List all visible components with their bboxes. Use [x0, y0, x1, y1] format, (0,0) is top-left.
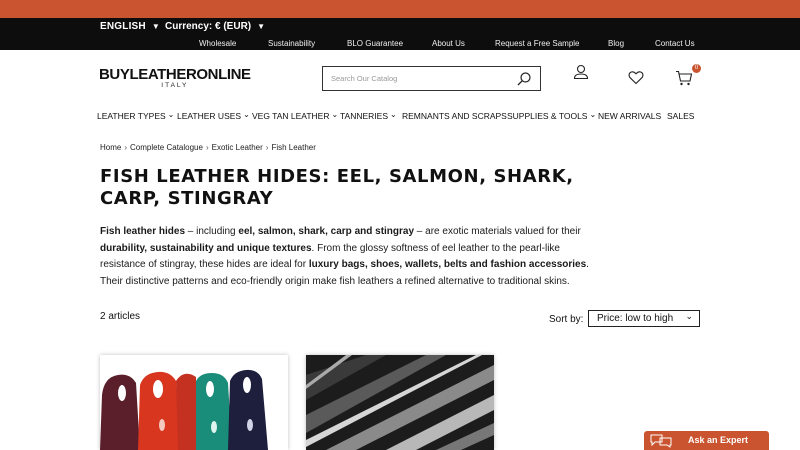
- link-blog[interactable]: Blog: [608, 39, 624, 48]
- promo-strip: [0, 0, 800, 18]
- page-title: FISH LEATHER HIDES: EEL, SALMON, SHARK, …: [100, 166, 574, 209]
- product-image-stingray[interactable]: [100, 355, 288, 450]
- ask-expert-label: Ask an Expert: [688, 435, 749, 445]
- user-icon[interactable]: [573, 64, 589, 80]
- search-icon[interactable]: [516, 71, 532, 87]
- nav-sales[interactable]: SALES: [667, 111, 694, 121]
- nav-new-arrivals[interactable]: NEW ARRIVALS: [598, 111, 661, 121]
- desc-bold-3: durability, sustainability and unique te…: [100, 242, 312, 254]
- desc-bold-1: Fish leather hides: [100, 226, 186, 237]
- search-box: Search Our Catalog: [322, 66, 541, 91]
- nav-leather-types[interactable]: LEATHER TYPES: [97, 111, 174, 121]
- product-card[interactable]: [100, 355, 288, 450]
- link-wholesale[interactable]: Wholesale: [199, 39, 236, 48]
- utility-links: Wholesale Sustainability BLO Guarantee A…: [0, 39, 800, 49]
- link-blo-guarantee[interactable]: BLO Guarantee: [347, 39, 403, 48]
- breadcrumb: Home › Complete Catalogue › Exotic Leather › F…: [100, 143, 316, 152]
- nav-veg-tan-leather[interactable]: VEG TAN LEATHER: [252, 111, 338, 121]
- search-input[interactable]: Search Our Catalog: [331, 74, 397, 83]
- top-bar: ENGLISH ▼ Currency: € (EUR) ▼ Wholesale Su…: [0, 18, 800, 50]
- language-label: ENGLISH: [100, 21, 146, 32]
- desc-bold-4: luxury bags, shoes, wallets, belts and f…: [308, 259, 587, 270]
- product-count: 2 articles: [100, 311, 141, 322]
- product-card[interactable]: [306, 355, 494, 450]
- chevron-down-icon: ▼: [257, 22, 266, 31]
- nav-leather-uses[interactable]: LEATHER USES: [177, 111, 250, 121]
- chevron-down-icon: ⌄: [685, 311, 693, 321]
- breadcrumb-home[interactable]: Home: [100, 143, 121, 152]
- chevron-right-icon: ›: [205, 143, 209, 152]
- cart-count-badge: 0: [692, 64, 701, 73]
- desc-text-1: – including: [185, 226, 239, 237]
- ask-expert-button[interactable]: Ask an Expert: [644, 431, 769, 450]
- main-nav: LEATHER TYPES LEATHER USES VEG TAN LEATH…: [0, 111, 800, 123]
- nav-supplies-tools[interactable]: SUPPLIES & TOOLS: [507, 111, 596, 121]
- language-selector[interactable]: ENGLISH ▼: [100, 21, 160, 32]
- chevron-right-icon: ›: [265, 143, 269, 152]
- product-image-eel[interactable]: [306, 355, 494, 450]
- chat-bubbles-icon: [650, 434, 672, 448]
- link-sustainability[interactable]: Sustainability: [268, 39, 315, 48]
- site-logo[interactable]: BUYLEATHERONLINE ITALY: [99, 66, 251, 89]
- sort-select[interactable]: Price: low to high ⌄: [588, 310, 700, 327]
- currency-label: Currency: € (EUR): [165, 21, 252, 32]
- chevron-down-icon: ▼: [151, 22, 160, 31]
- category-description: Fish leather hides – including eel, salm…: [100, 224, 600, 290]
- nav-remnants-scraps[interactable]: REMNANTS AND SCRAPS: [402, 111, 507, 121]
- heart-icon[interactable]: [628, 70, 644, 85]
- currency-selector[interactable]: Currency: € (EUR) ▼: [165, 21, 265, 32]
- breadcrumb-exotic-leather[interactable]: Exotic Leather: [212, 143, 263, 152]
- sort-label: Sort by:: [549, 314, 584, 325]
- breadcrumb-complete-catalogue[interactable]: Complete Catalogue: [130, 143, 203, 152]
- logo-subtitle: ITALY: [161, 82, 189, 89]
- breadcrumb-fish-leather: Fish Leather: [271, 143, 316, 152]
- cart-icon[interactable]: [675, 70, 693, 86]
- desc-bold-2: eel, salmon, shark, carp and stingray: [238, 226, 415, 237]
- chevron-right-icon: ›: [124, 143, 128, 152]
- desc-text-2: – are exotic materials valued for their: [414, 226, 581, 237]
- link-free-sample[interactable]: Request a Free Sample: [495, 39, 580, 48]
- logo-wordmark: BUYLEATHERONLINE: [99, 66, 251, 83]
- sort-value: Price: low to high: [597, 313, 674, 324]
- nav-tanneries[interactable]: TANNERIES: [340, 111, 397, 121]
- link-contact-us[interactable]: Contact Us: [655, 39, 695, 48]
- link-about-us[interactable]: About Us: [432, 39, 465, 48]
